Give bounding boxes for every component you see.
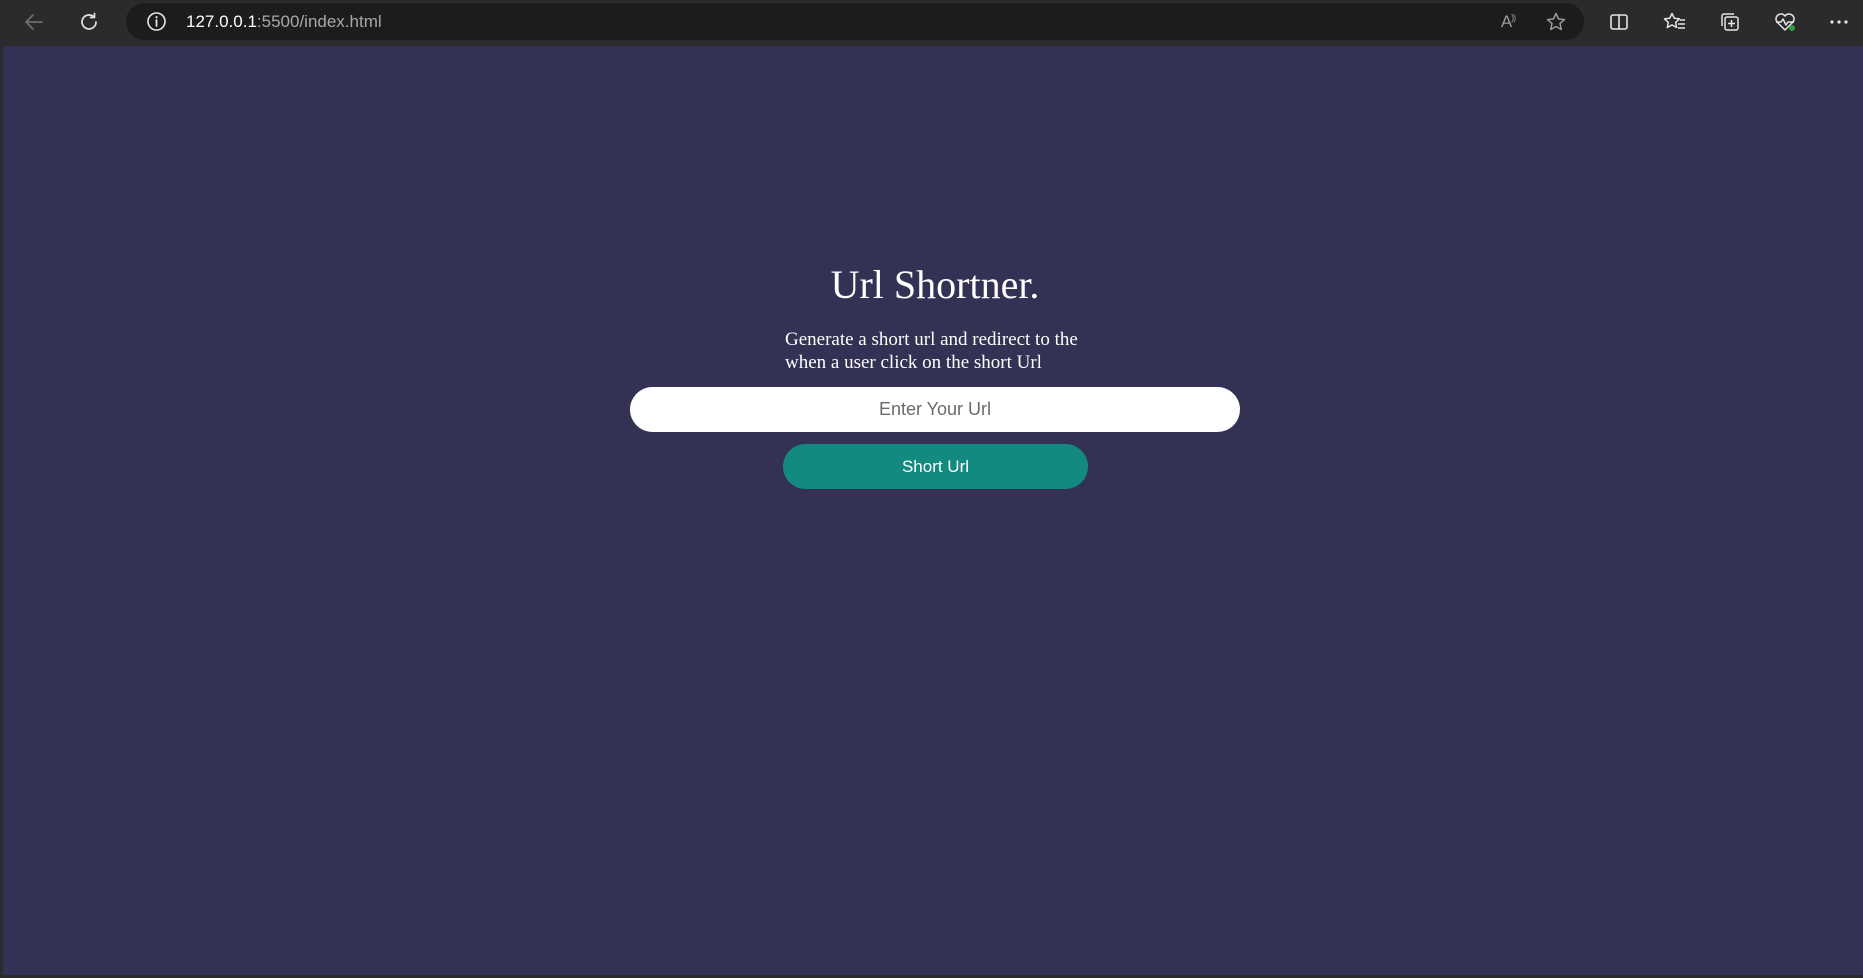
collections-icon (1721, 13, 1739, 31)
collections-button[interactable] (1713, 5, 1747, 39)
read-aloud-button[interactable]: A)) (1496, 10, 1520, 34)
favorites-button[interactable] (1658, 5, 1692, 39)
favorite-button[interactable] (1544, 10, 1568, 34)
back-arrow-icon (25, 14, 43, 30)
short-url-button[interactable]: Short Url (783, 444, 1088, 489)
split-screen-button[interactable] (1602, 5, 1636, 39)
split-screen-icon (1610, 14, 1628, 30)
url-input[interactable] (630, 387, 1240, 432)
more-button[interactable] (1822, 5, 1856, 39)
url-host: 127.0.0.1 (186, 12, 257, 31)
favorites-list-icon (1663, 12, 1685, 29)
star-icon (1546, 12, 1566, 31)
browser-essentials-button[interactable] (1768, 5, 1802, 39)
page-title: Url Shortner. (830, 262, 1040, 307)
address-bar[interactable]: 127.0.0.1:5500/index.html A)) (126, 3, 1584, 40)
browser-toolbar: 127.0.0.1:5500/index.html A)) (0, 0, 1863, 44)
url-path: :5500/index.html (256, 12, 382, 31)
url-text[interactable]: 127.0.0.1:5500/index.html (186, 12, 382, 32)
heart-pulse-icon (1775, 13, 1795, 31)
page-subtitle: Generate a short url and redirect to the… (785, 329, 1078, 373)
browser-window: 127.0.0.1:5500/index.html A)) Url Shortn… (0, 0, 1863, 978)
info-icon[interactable] (146, 11, 167, 32)
page-content: Url Shortner. Generate a short url and r… (3, 46, 1863, 975)
more-dots-icon (1830, 20, 1848, 24)
refresh-icon (81, 12, 97, 30)
back-button[interactable] (16, 4, 52, 40)
read-aloud-icon: A)) (1500, 12, 1516, 31)
read-aloud-letter: A (1500, 12, 1512, 31)
refresh-button[interactable] (71, 4, 107, 40)
